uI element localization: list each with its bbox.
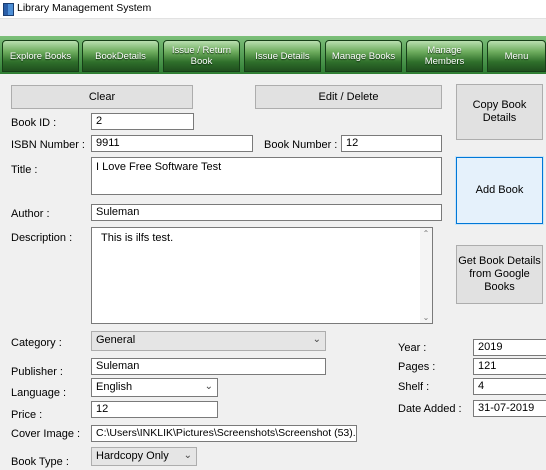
date-added-label: Date Added : bbox=[398, 403, 462, 415]
year-field[interactable]: 2019 bbox=[473, 339, 546, 356]
book-number-field[interactable]: 12 bbox=[341, 135, 442, 152]
title-bar: Library Management System bbox=[0, 0, 546, 19]
book-icon bbox=[3, 3, 14, 16]
description-scrollbar[interactable]: ⌃ ⌄ bbox=[420, 228, 432, 323]
description-field[interactable]: This is ilfs test. ⌃ ⌄ bbox=[91, 227, 433, 324]
pages-field[interactable]: 121 bbox=[473, 358, 546, 375]
chevron-down-icon: ⌄ bbox=[312, 334, 321, 345]
description-text: This is ilfs test. bbox=[101, 232, 174, 244]
year-label: Year : bbox=[398, 342, 427, 354]
publisher-field[interactable]: Suleman bbox=[91, 358, 326, 375]
scroll-up-icon[interactable]: ⌃ bbox=[420, 229, 432, 238]
book-type-label: Book Type : bbox=[11, 456, 69, 468]
google-books-button[interactable]: Get Book Details from Google Books bbox=[456, 245, 543, 304]
add-book-button[interactable]: Add Book bbox=[455, 156, 544, 225]
language-value: English bbox=[96, 381, 133, 393]
book-type-value: Hardcopy Only bbox=[96, 450, 169, 462]
author-label: Author : bbox=[11, 208, 50, 220]
book-id-field[interactable]: 2 bbox=[91, 113, 194, 130]
tab-manage-books[interactable]: Manage Books bbox=[325, 40, 402, 72]
tab-issue-details[interactable]: Issue Details bbox=[244, 40, 321, 72]
date-added-field[interactable]: 31-07-2019 bbox=[473, 400, 546, 417]
isbn-label: ISBN Number : bbox=[11, 139, 85, 151]
title-field[interactable]: I Love Free Software Test bbox=[91, 157, 442, 195]
pages-label: Pages : bbox=[398, 361, 436, 373]
language-label: Language : bbox=[11, 387, 67, 399]
cover-image-field[interactable]: C:\Users\INKLIK\Pictures\Screenshots\Scr… bbox=[91, 425, 357, 442]
category-label: Category : bbox=[11, 337, 62, 349]
shelf-label: Shelf : bbox=[398, 381, 430, 393]
book-id-label: Book ID : bbox=[11, 117, 57, 129]
tab-book-details[interactable]: BookDetails bbox=[82, 40, 159, 72]
title-label: Title : bbox=[11, 164, 38, 176]
cover-image-label: Cover Image : bbox=[11, 428, 81, 440]
book-number-label: Book Number : bbox=[264, 139, 338, 151]
category-select[interactable]: General ⌄ bbox=[91, 331, 326, 351]
author-field[interactable]: Suleman bbox=[91, 204, 442, 221]
scroll-down-icon[interactable]: ⌄ bbox=[420, 313, 432, 322]
description-label: Description : bbox=[11, 232, 73, 244]
window-title: Library Management System bbox=[17, 2, 152, 14]
shelf-field[interactable]: 4 bbox=[473, 378, 546, 395]
copy-book-details-button[interactable]: Copy Book Details bbox=[456, 84, 543, 140]
tab-manage-members[interactable]: Manage Members bbox=[406, 40, 483, 72]
edit-delete-button[interactable]: Edit / Delete bbox=[255, 85, 442, 109]
chevron-down-icon: ⌄ bbox=[204, 381, 213, 392]
clear-button[interactable]: Clear bbox=[11, 85, 193, 109]
tab-menu[interactable]: Menu bbox=[487, 40, 546, 72]
price-field[interactable]: 12 bbox=[91, 401, 218, 418]
book-type-select[interactable]: Hardcopy Only ⌄ bbox=[91, 447, 197, 466]
language-select[interactable]: English ⌄ bbox=[91, 378, 218, 397]
tab-explore-books[interactable]: Explore Books bbox=[2, 40, 79, 72]
tab-issue-return-book[interactable]: Issue / Return Book bbox=[163, 40, 240, 72]
publisher-label: Publisher : bbox=[11, 366, 63, 378]
category-value: General bbox=[96, 334, 136, 346]
isbn-field[interactable]: 9911 bbox=[91, 135, 253, 152]
chevron-down-icon: ⌄ bbox=[183, 450, 192, 461]
price-label: Price : bbox=[11, 409, 43, 421]
